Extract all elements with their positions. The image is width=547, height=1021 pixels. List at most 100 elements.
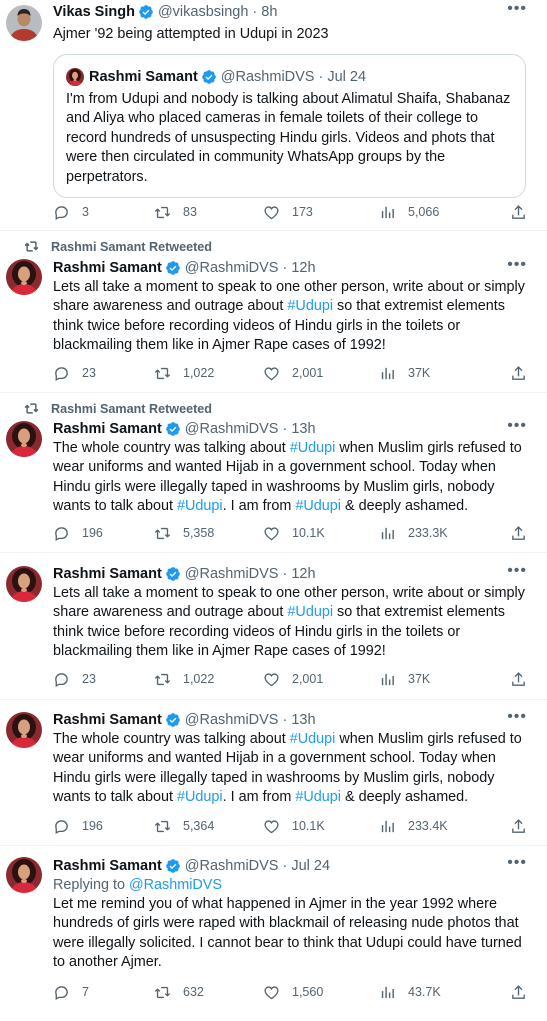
avatar[interactable] xyxy=(6,712,42,748)
more-options-icon[interactable]: ••• xyxy=(507,709,527,725)
views-icon xyxy=(379,365,396,382)
author-handle[interactable]: @RashmiDVS xyxy=(185,260,279,276)
avatar[interactable] xyxy=(6,259,42,295)
tweet-time[interactable]: 13h xyxy=(291,712,315,728)
hashtag-link[interactable]: #Udupi xyxy=(290,440,336,456)
views-button[interactable]: 5,066 xyxy=(379,202,439,222)
like-icon xyxy=(263,818,280,835)
reply-button[interactable]: 7 xyxy=(53,982,89,1002)
hashtag-link[interactable]: #Udupi xyxy=(177,498,223,514)
verified-badge-icon xyxy=(165,858,181,874)
hashtag-link[interactable]: #Udupi xyxy=(177,789,223,805)
avatar[interactable] xyxy=(6,5,42,41)
views-button[interactable]: 37K xyxy=(379,669,430,689)
author-name[interactable]: Rashmi Samant xyxy=(53,421,162,437)
share-button[interactable] xyxy=(510,669,527,689)
reply-button[interactable]: 3 xyxy=(53,202,89,222)
tweet[interactable]: Vikas Singh @vikasbsingh · 8h ••• Ajmer … xyxy=(0,0,547,231)
more-options-icon[interactable]: ••• xyxy=(507,418,527,434)
like-button[interactable]: 2,001 xyxy=(263,363,323,383)
views-button[interactable]: 233.3K xyxy=(379,523,448,543)
author-name[interactable]: Rashmi Samant xyxy=(53,260,162,276)
tweet[interactable]: Rashmi Samant @RashmiDVS · Jul 24 ••• Re… xyxy=(0,846,547,1021)
author-handle[interactable]: @RashmiDVS xyxy=(185,858,279,874)
hashtag-link[interactable]: #Udupi xyxy=(290,731,336,747)
retweet-button[interactable]: 5,364 xyxy=(154,816,214,836)
hashtag-link[interactable]: #Udupi xyxy=(295,789,341,805)
hashtag-link[interactable]: #Udupi xyxy=(295,498,341,514)
author-handle[interactable]: @vikasbsingh xyxy=(158,4,248,20)
author-handle[interactable]: @RashmiDVS xyxy=(185,712,279,728)
hashtag-link[interactable]: #Udupi xyxy=(287,604,333,620)
tweet-time[interactable]: Jul 24 xyxy=(291,858,330,874)
avatar[interactable] xyxy=(6,421,42,457)
share-button[interactable] xyxy=(510,363,527,383)
views-icon xyxy=(379,818,396,835)
like-button[interactable]: 10.1K xyxy=(263,816,325,836)
like-button[interactable]: 2,001 xyxy=(263,669,323,689)
more-options-icon[interactable]: ••• xyxy=(507,1,527,17)
reply-icon xyxy=(53,365,70,382)
replying-to-handle[interactable]: @RashmiDVS xyxy=(129,877,222,893)
reply-icon xyxy=(53,525,70,542)
retweeted-by[interactable]: Rashmi Samant Retweeted xyxy=(24,239,212,254)
like-button[interactable]: 173 xyxy=(263,202,313,222)
like-icon xyxy=(263,671,280,688)
like-icon xyxy=(263,204,280,221)
more-options-icon[interactable]: ••• xyxy=(507,855,527,871)
retweet-button[interactable]: 1,022 xyxy=(154,669,214,689)
share-button[interactable] xyxy=(510,202,527,222)
separator-dot: · xyxy=(282,260,288,276)
reply-button[interactable]: 23 xyxy=(53,363,96,383)
author-name[interactable]: Rashmi Samant xyxy=(53,712,162,728)
view-count: 43.7K xyxy=(408,985,441,999)
reply-icon xyxy=(53,984,70,1001)
retweet-button[interactable]: 1,022 xyxy=(154,363,214,383)
view-count: 37K xyxy=(408,672,431,686)
separator-dot: · xyxy=(282,421,288,437)
views-button[interactable]: 37K xyxy=(379,363,430,383)
tweet-time[interactable]: 8h xyxy=(261,4,277,20)
tweet-time[interactable]: 13h xyxy=(291,421,315,437)
retweet-button[interactable]: 83 xyxy=(154,202,197,222)
author-handle[interactable]: @RashmiDVS xyxy=(185,566,279,582)
tweet[interactable]: Rashmi Samant Retweeted Rashmi Samant @R… xyxy=(0,393,547,553)
views-button[interactable]: 43.7K xyxy=(379,982,441,1002)
separator-dot: · xyxy=(282,566,288,582)
like-button[interactable]: 1,560 xyxy=(263,982,323,1002)
views-button[interactable]: 233.4K xyxy=(379,816,448,836)
avatar[interactable] xyxy=(6,857,42,893)
author-name[interactable]: Rashmi Samant xyxy=(53,566,162,582)
view-count: 233.4K xyxy=(408,819,448,833)
avatar[interactable] xyxy=(6,566,42,602)
retweet-count: 5,364 xyxy=(183,819,215,833)
share-button[interactable] xyxy=(510,816,527,836)
reply-button[interactable]: 196 xyxy=(53,523,103,543)
share-button[interactable] xyxy=(510,523,527,543)
retweeted-by[interactable]: Rashmi Samant Retweeted xyxy=(24,401,212,416)
tweet[interactable]: Rashmi Samant Retweeted Rashmi Samant @R… xyxy=(0,231,547,393)
more-options-icon[interactable]: ••• xyxy=(507,257,527,273)
tweet-actions: 196 5,358 10.1K 233.3K xyxy=(53,523,527,543)
tweet[interactable]: Rashmi Samant @RashmiDVS · 12h ••• Lets … xyxy=(0,553,547,700)
tweet[interactable]: Rashmi Samant @RashmiDVS · 13h ••• The w… xyxy=(0,700,547,846)
reply-count: 3 xyxy=(82,205,89,219)
more-options-icon[interactable]: ••• xyxy=(507,563,527,579)
retweet-button[interactable]: 632 xyxy=(154,982,204,1002)
hashtag-link[interactable]: #Udupi xyxy=(287,298,333,314)
retweet-button[interactable]: 5,358 xyxy=(154,523,214,543)
author-name[interactable]: Vikas Singh xyxy=(53,4,135,20)
share-icon xyxy=(510,525,527,542)
reply-button[interactable]: 196 xyxy=(53,816,103,836)
tweet-time[interactable]: 12h xyxy=(291,566,315,582)
author-handle[interactable]: @RashmiDVS xyxy=(185,421,279,437)
reply-button[interactable]: 23 xyxy=(53,669,96,689)
separator-dot: · xyxy=(252,4,258,20)
quoted-tweet[interactable]: Rashmi Samant @RashmiDVS · Jul 24 I'm fr… xyxy=(53,54,526,199)
share-button[interactable] xyxy=(510,982,527,1002)
tweet-time[interactable]: 12h xyxy=(291,260,315,276)
quoted-author-name: Rashmi Samant xyxy=(89,69,198,85)
like-button[interactable]: 10.1K xyxy=(263,523,325,543)
author-name[interactable]: Rashmi Samant xyxy=(53,858,162,874)
tweet-actions: 3 83 173 5,066 xyxy=(53,202,527,222)
